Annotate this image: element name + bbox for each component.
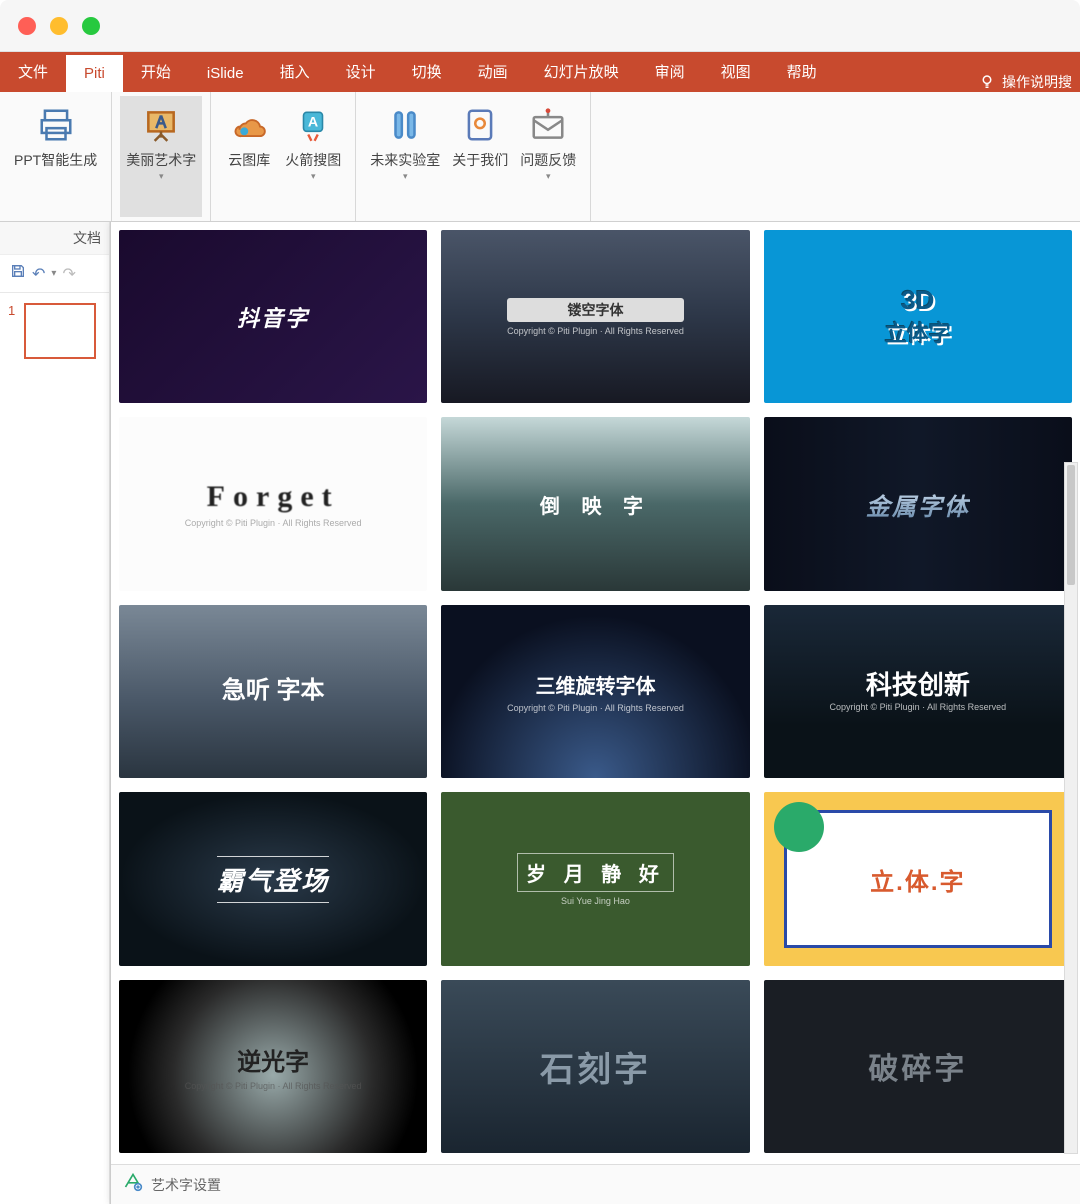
flask-icon (386, 102, 424, 148)
quick-access-toolbar: ↶ ▾ ↷ (0, 255, 109, 293)
gallery-footer-label: 艺术字设置 (151, 1175, 221, 1195)
undo-dropdown-icon[interactable]: ▾ (51, 268, 56, 279)
envelope-icon (529, 102, 567, 148)
gallery-grid: 抖音字 镂空字体Copyright © Piti Plugin · All Ri… (119, 230, 1072, 1153)
gallery-item-label: 三维旋转字体 (507, 670, 684, 699)
ribbon-body: PPT智能生成 美丽艺术字 ▾ (0, 92, 1080, 222)
cloud-lib-label: 云图库 (228, 152, 270, 169)
tab-islide[interactable]: iSlide (189, 55, 262, 92)
gallery-item-label: 3D (885, 285, 951, 316)
art-text-gallery-panel: 抖音字 镂空字体Copyright © Piti Plugin · All Ri… (110, 222, 1080, 1204)
tab-insert[interactable]: 插入 (262, 51, 328, 92)
gallery-item-label: Forget (185, 480, 362, 514)
undo-icon[interactable]: ↶ (32, 264, 45, 284)
tab-animation[interactable]: 动画 (460, 51, 526, 92)
gallery-item-douyin[interactable]: 抖音字 (119, 230, 427, 403)
slide-number: 1 (8, 303, 15, 318)
gallery-item-liti[interactable]: 立.体.字 (764, 792, 1072, 965)
art-text-button[interactable]: 美丽艺术字 ▾ (120, 96, 202, 217)
about-button[interactable]: 关于我们 (446, 96, 514, 217)
tab-file[interactable]: 文件 (0, 51, 66, 92)
rocket-label: 火箭搜图 (285, 152, 341, 169)
gallery-item-label: 科技创新 (829, 672, 1006, 698)
maximize-icon[interactable] (82, 17, 100, 35)
lightbulb-icon (978, 73, 996, 91)
gallery-item-label: 倒 映 字 (540, 490, 651, 519)
ribbon-tabs: 文件 Piti 开始 iSlide 插入 设计 切换 动画 幻灯片放映 审阅 视… (0, 52, 1080, 92)
gallery-item-label: 破碎字 (868, 1044, 967, 1088)
dropdown-icon: ▾ (159, 171, 164, 182)
feedback-label: 问题反馈 (520, 152, 576, 169)
slide-thumbnail-1[interactable] (24, 303, 96, 359)
gallery-item-broken[interactable]: 破碎字 (764, 980, 1072, 1153)
feedback-button[interactable]: 问题反馈 ▾ (514, 96, 582, 217)
close-icon[interactable] (18, 17, 36, 35)
future-lab-button[interactable]: 未来实验室 ▾ (364, 96, 446, 217)
gallery-item-forget[interactable]: ForgetCopyright © Piti Plugin · All Righ… (119, 417, 427, 590)
art-text-label: 美丽艺术字 (126, 152, 196, 169)
gallery-item-sublabel: 立体字 (885, 316, 951, 348)
gallery-item-label: 金属字体 (866, 487, 970, 522)
svg-text:A: A (308, 115, 318, 131)
rocket-search-button[interactable]: A 火箭搜图 ▾ (279, 96, 347, 217)
gallery-item-hollow[interactable]: 镂空字体Copyright © Piti Plugin · All Rights… (441, 230, 749, 403)
gallery-footer[interactable]: 艺术字设置 (111, 1164, 1080, 1204)
tab-slideshow[interactable]: 幻灯片放映 (526, 51, 637, 92)
tab-transition[interactable]: 切换 (394, 51, 460, 92)
tell-me-search[interactable]: 操作说明搜 (978, 72, 1080, 92)
save-icon[interactable] (10, 263, 26, 284)
vertical-scrollbar[interactable] (1064, 462, 1078, 1154)
gallery-item-label: 霸气登场 (217, 861, 329, 898)
group-label-doc: 文档 (0, 222, 109, 255)
tab-review[interactable]: 审阅 (637, 51, 703, 92)
gallery-item-sublabel: Sui Yue Jing Hao (517, 896, 674, 906)
gallery-item-tech[interactable]: 科技创新Copyright © Piti Plugin · All Rights… (764, 605, 1072, 778)
tab-piti[interactable]: Piti (66, 55, 123, 92)
gallery-item-baqi[interactable]: 霸气登场 (119, 792, 427, 965)
gallery-item-3drotate[interactable]: 三维旋转字体Copyright © Piti Plugin · All Righ… (441, 605, 749, 778)
redo-icon[interactable]: ↷ (62, 264, 75, 284)
gallery-item-label: 岁 月 静 好 (517, 853, 674, 892)
cloud-icon (230, 102, 268, 148)
printer-icon (37, 102, 75, 148)
gallery-item-label: 镂空字体 (507, 298, 684, 322)
gallery-item-listen[interactable]: 急听 字本 (119, 605, 427, 778)
gallery-item-suiyue[interactable]: 岁 月 静 好 Sui Yue Jing Hao (441, 792, 749, 965)
cloud-lib-button[interactable]: 云图库 (219, 96, 279, 217)
dropdown-icon: ▾ (403, 171, 408, 182)
settings-text-icon (123, 1172, 143, 1197)
rocket-icon: A (294, 102, 332, 148)
gallery-item-reflect[interactable]: 倒 映 字 (441, 417, 749, 590)
gallery-item-label: 急听 字本 (222, 678, 325, 704)
tab-design[interactable]: 设计 (328, 51, 394, 92)
gallery-item-label: 逆光字 (185, 1042, 362, 1077)
dropdown-icon: ▾ (311, 171, 316, 182)
tab-view[interactable]: 视图 (703, 51, 769, 92)
slide-thumbnail-strip: 1 (0, 293, 109, 1204)
easel-icon (142, 102, 180, 148)
minimize-icon[interactable] (50, 17, 68, 35)
window-titlebar (0, 0, 1080, 52)
about-label: 关于我们 (452, 152, 508, 169)
badge-icon (461, 102, 499, 148)
gallery-item-label: 石刻字 (540, 1042, 651, 1091)
ppt-gen-button[interactable]: PPT智能生成 (8, 96, 103, 217)
ppt-gen-label: PPT智能生成 (14, 152, 97, 169)
gallery-item-backlight[interactable]: 逆光字Copyright © Piti Plugin · All Rights … (119, 980, 427, 1153)
gallery-item-stone[interactable]: 石刻字 (441, 980, 749, 1153)
dropdown-icon: ▾ (546, 171, 551, 182)
tell-me-label: 操作说明搜 (1002, 72, 1072, 92)
gallery-item-label: 立.体.字 (870, 862, 965, 897)
tab-start[interactable]: 开始 (123, 51, 189, 92)
gallery-item-label: 抖音字 (237, 301, 309, 333)
gallery-item-metal[interactable]: 金属字体 (764, 417, 1072, 590)
gallery-item-3d[interactable]: 3D立体字 (764, 230, 1072, 403)
tab-help[interactable]: 帮助 (769, 51, 835, 92)
future-lab-label: 未来实验室 (370, 152, 440, 169)
